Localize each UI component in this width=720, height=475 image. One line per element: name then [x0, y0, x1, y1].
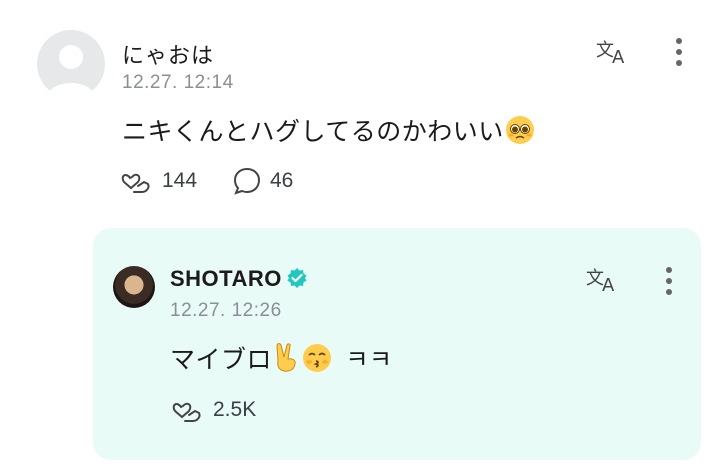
more-vertical-icon[interactable]: [664, 34, 694, 70]
comment-text-content: ニキくんとハグしてるのかわいい: [122, 118, 504, 146]
reply-username-row[interactable]: SHOTARO: [170, 266, 308, 295]
heart-hand-icon: [121, 173, 150, 193]
reply-username: SHOTARO: [170, 266, 282, 291]
victory-hand-emoji: [273, 343, 301, 380]
reply-text-content: マイブロ: [170, 346, 273, 374]
like-stat[interactable]: 144: [120, 166, 197, 196]
default-user-icon: [47, 45, 95, 98]
comment-username[interactable]: にゃおは: [122, 38, 214, 70]
reply-text-suffix: ㅋㅋ: [345, 346, 393, 374]
avatar[interactable]: [37, 30, 105, 98]
comment-text: ニキくんとハグしてるのかわいい: [122, 112, 535, 152]
like-stat[interactable]: 2.5K: [171, 395, 256, 425]
reply-count: 46: [270, 169, 294, 192]
comment-card: にゃおは 12.27. 12:14 文 A ニキくんとハグしてるのかわいい 14…: [0, 0, 720, 220]
heart-hand-icon: [172, 402, 201, 422]
translate-icon[interactable]: 文 A: [594, 34, 634, 68]
translate-icon[interactable]: 文 A: [584, 262, 624, 296]
reply-text: マイブロ ㅋㅋ: [170, 340, 392, 380]
speech-bubble-icon: [233, 167, 261, 195]
reply-stat[interactable]: 46: [232, 166, 293, 196]
like-count: 2.5K: [213, 398, 257, 421]
svg-text:A: A: [612, 47, 625, 66]
comment-timestamp: 12.27. 12:14: [122, 72, 234, 93]
more-vertical-icon[interactable]: [654, 264, 684, 298]
reply-timestamp: 12.27. 12:26: [170, 300, 282, 321]
like-count: 144: [162, 169, 198, 192]
avatar[interactable]: [113, 266, 155, 308]
verified-badge-icon: [286, 267, 308, 295]
pleading-face-emoji: [505, 115, 535, 152]
svg-text:A: A: [602, 275, 615, 294]
reply-card: SHOTARO 12.27. 12:26 文 A マイブロ ㅋㅋ 2.5K: [93, 228, 701, 460]
kissing-face-emoji: [302, 343, 332, 380]
